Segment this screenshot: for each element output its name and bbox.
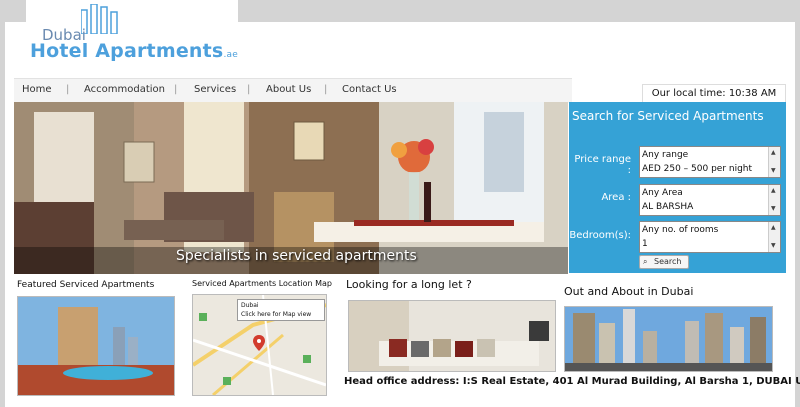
chevron-up-icon[interactable]: ▲ xyxy=(771,224,776,231)
chevron-down-icon[interactable]: ▼ xyxy=(771,205,776,212)
long-let-photo xyxy=(349,301,555,371)
nav-separator: | xyxy=(324,84,328,95)
price-option[interactable]: Any range xyxy=(642,150,688,160)
price-scrollbar[interactable]: ▲ ▼ xyxy=(768,147,780,177)
featured-image[interactable] xyxy=(17,296,175,396)
featured-photo xyxy=(18,297,174,395)
nav-home[interactable]: Home xyxy=(22,84,52,95)
head-office-address: Head office address: I:S Real Estate, 40… xyxy=(344,376,800,387)
area-option[interactable]: AL BARSHA xyxy=(642,202,693,212)
bedroom-select[interactable]: Any no. of rooms 1 ▲ ▼ xyxy=(639,221,781,253)
chevron-down-icon[interactable]: ▼ xyxy=(771,167,776,174)
nav-separator: | xyxy=(174,84,178,95)
search-panel: Search for Serviced Apartments Price ran… xyxy=(569,102,786,273)
bedroom-label: Bedroom(s): xyxy=(569,230,631,241)
area-option[interactable]: Any Area xyxy=(642,188,683,198)
local-time: Our local time: 10:38 AM GST xyxy=(642,84,786,117)
price-option[interactable]: AED 250 – 500 per night xyxy=(642,164,752,174)
nav-about-us[interactable]: About Us xyxy=(266,84,311,95)
search-icon: ⌕ xyxy=(643,257,648,266)
nav-contact-us[interactable]: Contact Us xyxy=(342,84,397,95)
search-button-label: Search xyxy=(654,257,682,266)
search-title: Search for Serviced Apartments xyxy=(572,109,764,123)
bedroom-option[interactable]: Any no. of rooms xyxy=(642,225,718,235)
area-scrollbar[interactable]: ▲ ▼ xyxy=(768,185,780,215)
nav-separator: | xyxy=(66,84,70,95)
logo-name: Hotel Apartments.ae xyxy=(30,40,238,62)
out-about-image[interactable] xyxy=(564,306,773,372)
map-info-box[interactable]: Dubai Click here for Map view xyxy=(237,299,325,321)
hero-banner: Specialists in serviced apartments xyxy=(14,102,568,274)
chevron-down-icon[interactable]: ▼ xyxy=(771,242,776,249)
main-nav: Home | Accommodation | Services | About … xyxy=(14,78,572,103)
nav-accommodation[interactable]: Accommodation xyxy=(84,84,165,95)
dubai-skyline-photo xyxy=(565,307,772,371)
price-label: Price range : xyxy=(574,154,631,176)
bedroom-scrollbar[interactable]: ▲ ▼ xyxy=(768,222,780,252)
hero-caption: Specialists in serviced apartments xyxy=(176,248,417,264)
search-button[interactable]: ⌕ Search xyxy=(639,255,689,269)
bedroom-option[interactable]: 1 xyxy=(642,239,648,249)
location-map[interactable]: Dubai Click here for Map view xyxy=(192,294,327,396)
long-let-title[interactable]: Looking for a long let ? xyxy=(346,278,472,291)
chevron-up-icon[interactable]: ▲ xyxy=(771,187,776,194)
area-label: Area : xyxy=(601,192,631,203)
long-let-image[interactable] xyxy=(348,300,556,372)
map-box-title: Dubai xyxy=(241,302,259,309)
map-title[interactable]: Serviced Apartments Location Map xyxy=(192,279,332,288)
price-select[interactable]: Any range AED 250 – 500 per night ▲ ▼ xyxy=(639,146,781,178)
map-pin-icon xyxy=(253,335,265,351)
featured-title[interactable]: Featured Serviced Apartments xyxy=(17,280,154,290)
map-box-link[interactable]: Click here for Map view xyxy=(241,311,311,318)
chevron-up-icon[interactable]: ▲ xyxy=(771,149,776,156)
site-logo[interactable]: Dubai Hotel Apartments.ae xyxy=(26,0,238,68)
nav-separator: | xyxy=(247,84,251,95)
area-select[interactable]: Any Area AL BARSHA ▲ ▼ xyxy=(639,184,781,216)
logo-bars-icon xyxy=(81,4,118,34)
out-about-title[interactable]: Out and About in Dubai xyxy=(564,285,693,298)
nav-services[interactable]: Services xyxy=(194,84,236,95)
